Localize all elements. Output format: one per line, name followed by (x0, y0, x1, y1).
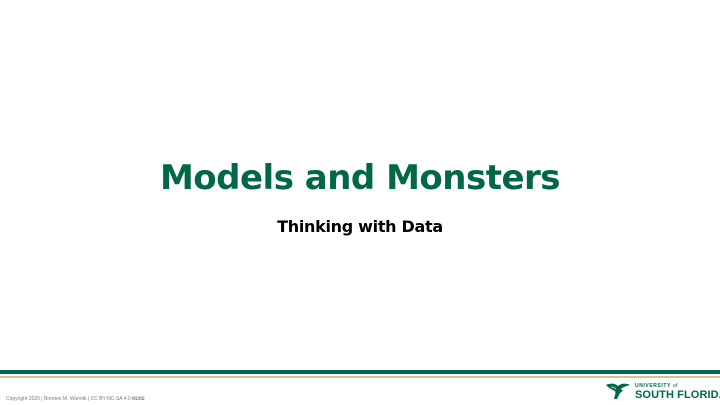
usf-logo: UNIVERSITY of SOUTH FLORIDA (605, 382, 720, 402)
copyright-notice: Copyright 2020 | Brenton M. Wiernik | CC… (6, 396, 145, 402)
footer-rule-gold (0, 376, 720, 378)
slide-subtitle: Thinking with Data (277, 217, 443, 236)
slide-title: Models and Monsters (159, 158, 561, 198)
usf-bull-icon (606, 383, 630, 399)
footer-rule-green (0, 370, 720, 374)
slide: Models and Monsters Thinking with Data C… (0, 0, 720, 405)
logo-south-florida-text: SOUTH FLORIDA (635, 389, 720, 401)
